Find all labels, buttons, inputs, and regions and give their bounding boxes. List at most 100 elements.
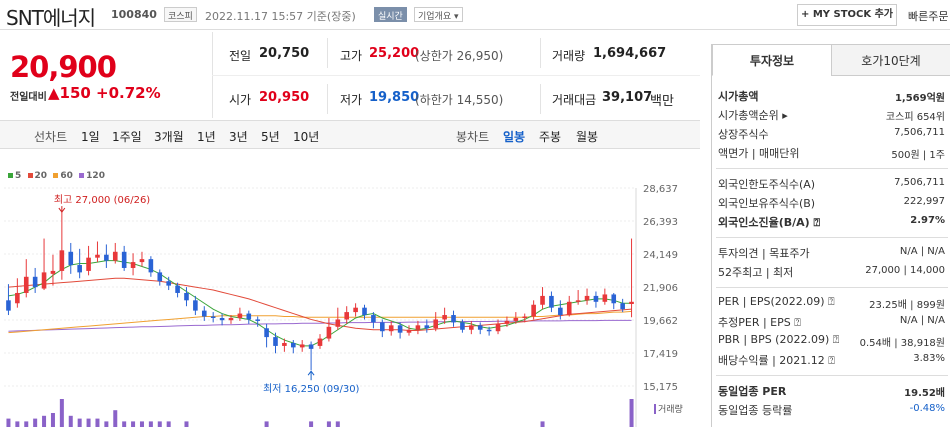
volume-bar (264, 421, 269, 427)
volume-label: 거래량 (658, 403, 683, 415)
info-value: 2.97% (910, 215, 945, 226)
candle-body (219, 317, 225, 321)
candle (6, 284, 11, 316)
info-value: 1,569억원 (894, 93, 945, 104)
candle-body (317, 338, 323, 346)
stock-name: SNT에너지 (6, 6, 96, 30)
candle-body (184, 292, 189, 301)
volume-bar (42, 415, 47, 427)
candle (584, 288, 590, 305)
info-label: 동일업종 등락률 (718, 404, 793, 417)
info-label: 추정PER | EPS ⍰ (718, 316, 801, 329)
y-tick-label: 21,906 (643, 283, 678, 294)
candle-body (308, 344, 314, 349)
candle (23, 259, 29, 298)
candle-body (504, 320, 510, 324)
period-10y[interactable]: 10년 (293, 128, 319, 145)
candle-body (469, 325, 474, 330)
volume-bar (33, 418, 38, 427)
volume-bar (335, 421, 340, 427)
candle-body (531, 304, 536, 317)
candle-body (148, 259, 154, 273)
candle (121, 245, 127, 271)
volume-bar (131, 421, 136, 427)
period-3m[interactable]: 3개월 (154, 128, 184, 145)
divider (716, 237, 948, 238)
company-overview-button[interactable]: 기업개요 ▾ (414, 7, 463, 22)
candle (602, 288, 608, 305)
period-monthly[interactable]: 월봉 (576, 128, 598, 145)
candle-body (424, 325, 430, 329)
invest-info-panel: 투자정보 호가10단계 시가총액 1,569억원 시가총액순위 ▸ 코스피 654위 상… (711, 44, 950, 427)
period-3y[interactable]: 3년 (229, 128, 248, 145)
candle-body (415, 325, 421, 330)
candle-body (522, 316, 528, 319)
diff-amount: ▲150 (48, 84, 91, 102)
current-price: 20,900 (10, 50, 117, 84)
volume-bar (184, 421, 189, 427)
period-1y[interactable]: 1년 (197, 128, 216, 145)
period-5y[interactable]: 5년 (261, 128, 280, 145)
candle (424, 319, 430, 333)
info-label: 외국인한도주식수(A) (718, 178, 816, 191)
candle-body (344, 312, 350, 320)
high-label: 고가 (340, 49, 363, 63)
info-label: 액면가 | 매매단위 (718, 147, 800, 160)
candle-body (282, 342, 287, 346)
candle-body (112, 251, 118, 261)
info-value: 27,000 | 14,000 (865, 265, 945, 276)
candle-body (326, 326, 332, 339)
diff-label: 전일대비 (10, 92, 47, 103)
chevron-down-icon: ▾ (454, 12, 459, 22)
candle (15, 278, 20, 308)
info-value: 500원 | 1주 (891, 150, 945, 161)
volume-bar (629, 399, 634, 427)
candle-chart[interactable]: 거래량 28,637 26,393 24,149 21,906 19,662 17,419… (0, 180, 700, 427)
candle (451, 310, 456, 327)
diff-percent: +0.72% (96, 84, 161, 102)
candle (86, 245, 91, 276)
info-label: 외국인소진율(B/A) ⍰ (718, 216, 821, 229)
candle (477, 322, 483, 335)
candle-body (228, 317, 234, 321)
candle (264, 323, 269, 348)
candle-body (32, 276, 38, 288)
candle-body (273, 337, 278, 346)
line-chart-label: 선차트 (34, 130, 68, 144)
info-value: 3.83% (913, 353, 945, 364)
info-label: 시가총액 (718, 90, 759, 103)
candle (237, 307, 243, 321)
candle-body (15, 292, 20, 304)
tab-orderbook[interactable]: 호가10단계 (831, 44, 950, 76)
lower-limit: (하한가 14,550) (415, 93, 504, 107)
candle-body (513, 317, 519, 321)
candle-body (121, 251, 127, 268)
company-overview-label: 기업개요 (418, 12, 452, 22)
divider (716, 375, 948, 376)
tab-invest-info[interactable]: 투자정보 (712, 44, 832, 76)
live-button[interactable]: 실시간 (374, 7, 407, 22)
candle-body (86, 257, 91, 271)
period-daily[interactable]: 일봉 (503, 128, 525, 145)
candle (104, 244, 109, 268)
volume-bar (95, 418, 100, 427)
info-label: 외국인보유주식수(B) (718, 197, 816, 210)
candle-body (371, 315, 376, 323)
volume-bar (113, 410, 118, 427)
my-stock-add-button[interactable]: + MY STOCK 추가 (797, 4, 897, 26)
period-1w[interactable]: 1주일 (112, 128, 142, 145)
candle-body (77, 265, 82, 273)
info-label: 시가총액순위 ▸ (718, 109, 788, 122)
divider (716, 168, 948, 169)
trade-amount-label: 거래대금 (552, 93, 597, 107)
candle-body (59, 250, 65, 271)
candle (68, 242, 74, 274)
period-1d[interactable]: 1일 (81, 128, 100, 145)
quick-order-link[interactable]: 빠른주문 (908, 8, 948, 24)
candle-body (139, 259, 145, 263)
volume-bar (68, 415, 73, 427)
volume-bar (15, 421, 20, 427)
info-value: 222,997 (903, 196, 945, 207)
candle-body (406, 329, 412, 333)
period-weekly[interactable]: 주봉 (539, 128, 561, 145)
